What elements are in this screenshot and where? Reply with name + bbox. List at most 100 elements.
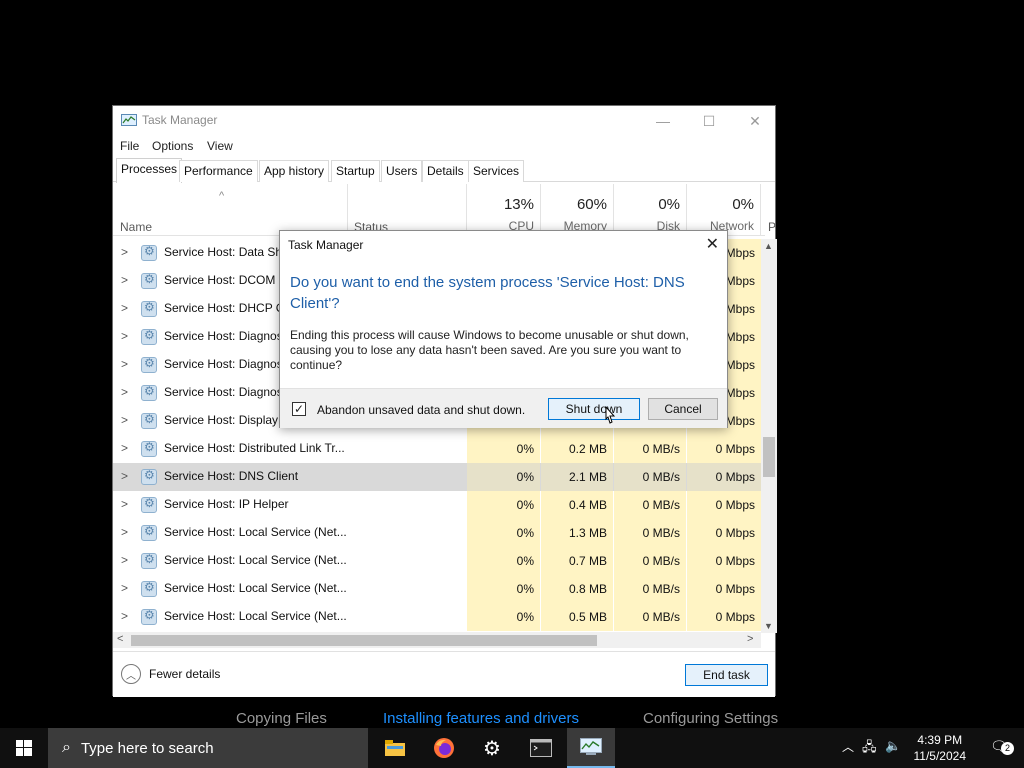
tab-users[interactable]: Users bbox=[381, 160, 423, 182]
cancel-button[interactable]: Cancel bbox=[648, 398, 718, 420]
tab-performance[interactable]: Performance bbox=[179, 160, 258, 182]
tab-processes[interactable]: Processes bbox=[116, 158, 183, 183]
task-manager-taskbar-button[interactable] bbox=[567, 728, 615, 768]
menu-file[interactable]: File bbox=[120, 139, 139, 153]
maximize-button[interactable]: ☐ bbox=[686, 106, 732, 136]
process-memory: 1.3 MB bbox=[541, 519, 613, 547]
notifications-button[interactable]: 🗨 2 bbox=[990, 738, 1014, 756]
clock[interactable]: 4:39 PM 11/5/2024 bbox=[914, 732, 967, 764]
network-total: 0% bbox=[732, 196, 754, 213]
expand-chevron-icon[interactable]: > bbox=[121, 329, 128, 343]
process-network: 0 Mbps bbox=[687, 491, 761, 519]
horizontal-scroll-thumb[interactable] bbox=[131, 635, 597, 646]
abandon-data-label[interactable]: Abandon unsaved data and shut down. bbox=[317, 403, 525, 417]
service-gear-icon bbox=[141, 496, 157, 513]
sort-up-icon: ^ bbox=[219, 190, 225, 202]
scroll-down-icon[interactable]: ▼ bbox=[764, 621, 773, 631]
process-cpu: 0% bbox=[467, 435, 540, 463]
tab-details[interactable]: Details bbox=[422, 160, 469, 182]
disk-total: 0% bbox=[658, 196, 680, 213]
file-explorer-button[interactable] bbox=[371, 728, 419, 768]
horizontal-scrollbar[interactable]: < > bbox=[113, 632, 761, 648]
settings-icon: ⚙ bbox=[483, 737, 501, 760]
table-row[interactable]: > Service Host: Local Service (Net... 0%0.… bbox=[113, 575, 761, 603]
process-cpu: 0% bbox=[467, 547, 540, 575]
column-status-header[interactable]: Status bbox=[348, 184, 467, 236]
menu-view[interactable]: View bbox=[207, 139, 233, 153]
expand-chevron-icon[interactable]: > bbox=[121, 273, 128, 287]
expand-chevron-icon[interactable]: > bbox=[121, 245, 128, 259]
service-gear-icon bbox=[141, 524, 157, 541]
volume-muted-icon[interactable]: 🔈 bbox=[885, 738, 901, 754]
table-row[interactable]: > Service Host: Local Service (Net... 0%0.… bbox=[113, 547, 761, 575]
chevron-up-icon[interactable]: ︿ bbox=[842, 738, 854, 755]
firefox-button[interactable] bbox=[420, 728, 468, 768]
column-cpu-header[interactable]: 13% CPU bbox=[467, 184, 541, 236]
process-cpu: 0% bbox=[467, 491, 540, 519]
taskbar: ⌕ ⚙ bbox=[0, 728, 1024, 768]
process-cpu: 0% bbox=[467, 603, 540, 631]
shut-down-button[interactable]: Shut down bbox=[548, 398, 640, 420]
process-name: Service Host: Diagnost bbox=[164, 357, 287, 371]
process-name: Service Host: DCOM S bbox=[164, 273, 287, 287]
expand-chevron-icon[interactable]: > bbox=[121, 441, 128, 455]
dialog-close-icon[interactable]: ✕ bbox=[706, 234, 719, 254]
expand-chevron-icon[interactable]: > bbox=[121, 497, 128, 511]
table-row[interactable]: > Service Host: DNS Client 0%2.1 MB0 MB/s0… bbox=[113, 463, 761, 491]
table-row[interactable]: > Service Host: Local Service (Net... 0%1.… bbox=[113, 519, 761, 547]
tab-app-history[interactable]: App history bbox=[259, 160, 330, 182]
column-headers: ^ Name Status 13% CPU 60% Memory 0% Disk… bbox=[113, 184, 776, 236]
menu-options[interactable]: Options bbox=[152, 139, 193, 153]
table-row[interactable]: >Service Host: Distributed Link Tr...0%0… bbox=[113, 435, 761, 463]
search-input[interactable] bbox=[80, 739, 341, 757]
column-power-header[interactable]: P bbox=[761, 184, 776, 236]
column-name-header[interactable]: ^ Name bbox=[113, 184, 348, 236]
tab-startup[interactable]: Startup bbox=[331, 160, 380, 182]
process-cpu: 0% bbox=[467, 519, 540, 547]
expand-chevron-icon[interactable]: > bbox=[121, 609, 128, 623]
terminal-button[interactable] bbox=[517, 728, 565, 768]
setup-step-configuring: Configuring Settings bbox=[643, 710, 779, 727]
vertical-scroll-thumb[interactable] bbox=[763, 437, 775, 477]
expand-chevron-icon[interactable]: > bbox=[121, 525, 128, 539]
fewer-details-button[interactable]: ︿ Fewer details bbox=[121, 664, 220, 684]
column-memory-header[interactable]: 60% Memory bbox=[541, 184, 614, 236]
expand-chevron-icon[interactable]: > bbox=[121, 469, 128, 483]
scroll-up-icon[interactable]: ▲ bbox=[764, 241, 773, 251]
table-row[interactable]: > Service Host: IP Helper 0%0.4 MB0 MB/s0 … bbox=[113, 491, 761, 519]
scroll-left-icon[interactable]: < bbox=[117, 633, 123, 645]
search-icon: ⌕ bbox=[62, 739, 71, 756]
terminal-icon bbox=[530, 739, 552, 757]
vertical-scrollbar[interactable]: ▲ ▼ bbox=[761, 239, 777, 633]
expand-chevron-icon[interactable]: > bbox=[121, 413, 128, 427]
column-disk-header[interactable]: 0% Disk bbox=[614, 184, 687, 236]
scroll-right-icon[interactable]: > bbox=[747, 633, 753, 645]
start-button[interactable] bbox=[0, 728, 48, 768]
table-row[interactable]: > Service Host: Local Service (Net... 0%0.… bbox=[113, 603, 761, 631]
fewer-details-label: Fewer details bbox=[149, 667, 221, 681]
service-gear-icon bbox=[141, 272, 157, 289]
process-name: Service Host: Data Sha bbox=[164, 245, 289, 259]
process-memory: 0.8 MB bbox=[541, 575, 613, 603]
process-cpu: 0% bbox=[467, 463, 540, 491]
column-network-header[interactable]: 0% Network bbox=[687, 184, 761, 236]
network-icon[interactable]: 🖧 bbox=[862, 738, 877, 760]
expand-chevron-icon[interactable]: > bbox=[121, 385, 128, 399]
minimize-button[interactable]: — bbox=[640, 106, 686, 136]
expand-chevron-icon[interactable]: > bbox=[121, 581, 128, 595]
expand-chevron-icon[interactable]: > bbox=[121, 301, 128, 315]
memory-total: 60% bbox=[576, 196, 607, 213]
process-disk: 0 MB/s bbox=[614, 463, 686, 491]
process-memory: 2.1 MB bbox=[541, 463, 613, 491]
end-task-button[interactable]: End task bbox=[685, 664, 768, 686]
taskbar-search[interactable]: ⌕ bbox=[48, 728, 368, 768]
notification-count: 2 bbox=[1001, 742, 1014, 755]
service-gear-icon bbox=[141, 356, 157, 373]
title-bar[interactable]: Task Manager — ☐ ✕ bbox=[113, 106, 775, 136]
expand-chevron-icon[interactable]: > bbox=[121, 357, 128, 371]
expand-chevron-icon[interactable]: > bbox=[121, 553, 128, 567]
tab-services[interactable]: Services bbox=[468, 160, 525, 182]
settings-button[interactable]: ⚙ bbox=[468, 728, 516, 768]
close-button[interactable]: ✕ bbox=[732, 106, 778, 136]
abandon-data-checkbox[interactable]: ✓ bbox=[292, 402, 306, 416]
